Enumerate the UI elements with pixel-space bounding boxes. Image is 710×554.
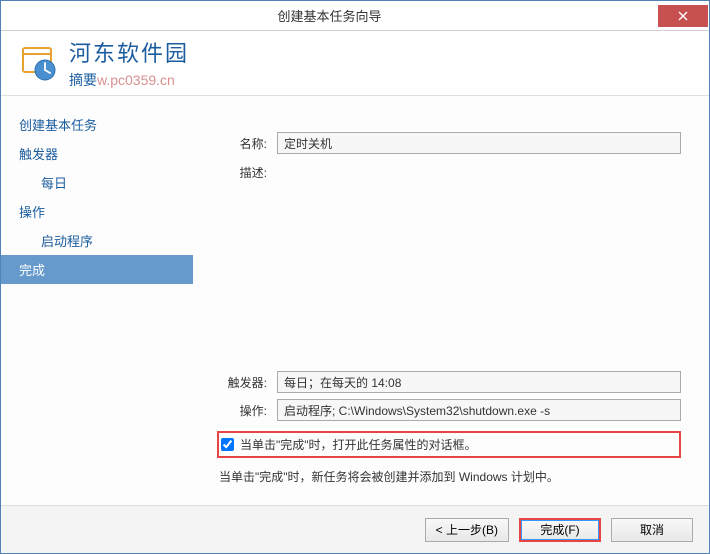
close-icon: [678, 11, 688, 21]
sidebar-item-trigger[interactable]: 触发器: [1, 139, 193, 168]
open-properties-checkbox-row: 当单击"完成"时，打开此任务属性的对话框。: [217, 431, 681, 458]
close-button[interactable]: [658, 5, 708, 27]
back-button[interactable]: < 上一步(B): [425, 518, 509, 542]
main-panel: 名称: 描述: 触发器: 操作: 当单击"完成"时，打开此任务属性的对话框。: [193, 96, 709, 505]
finish-button[interactable]: 完成(F): [519, 518, 601, 542]
footer: < 上一步(B) 完成(F) 取消: [1, 505, 709, 553]
desc-area: [277, 160, 681, 204]
sidebar-item-start-program[interactable]: 启动程序: [1, 226, 193, 255]
cancel-button[interactable]: 取消: [611, 518, 693, 542]
trigger-input: [277, 371, 681, 393]
sidebar: 创建基本任务 触发器 每日 操作 启动程序 完成: [1, 96, 193, 505]
wizard-icon: [17, 42, 59, 84]
name-input: [277, 132, 681, 154]
summary-label: 摘要: [69, 72, 97, 88]
desc-label: 描述:: [217, 160, 277, 181]
content-area: 创建基本任务 触发器 每日 操作 启动程序 完成 名称: 描述: 触发器:: [1, 96, 709, 505]
header: 河东软件园 摘要w.pc0359.cn: [1, 31, 709, 96]
sidebar-item-action[interactable]: 操作: [1, 197, 193, 226]
window-title: 创建基本任务向导: [1, 6, 658, 25]
sidebar-item-create-task[interactable]: 创建基本任务: [1, 110, 193, 139]
action-input: [277, 399, 681, 421]
open-properties-checkbox[interactable]: [221, 438, 234, 451]
info-text: 当单击"完成"时，新任务将会被创建并添加到 Windows 计划中。: [217, 462, 681, 495]
sidebar-item-daily[interactable]: 每日: [1, 168, 193, 197]
sidebar-item-finish[interactable]: 完成: [1, 255, 193, 284]
trigger-label: 触发器:: [217, 374, 277, 391]
name-label: 名称:: [217, 135, 277, 152]
wizard-dialog: 创建基本任务向导 河东软件园 摘要w.pc0359.cn 创建基本任务 触发器 …: [0, 0, 710, 554]
open-properties-label: 当单击"完成"时，打开此任务属性的对话框。: [240, 436, 477, 453]
titlebar: 创建基本任务向导: [1, 1, 709, 31]
watermark-text: w.pc0359.cn: [97, 72, 175, 88]
brand-text: 河东软件园: [69, 36, 189, 68]
action-label: 操作:: [217, 402, 277, 419]
